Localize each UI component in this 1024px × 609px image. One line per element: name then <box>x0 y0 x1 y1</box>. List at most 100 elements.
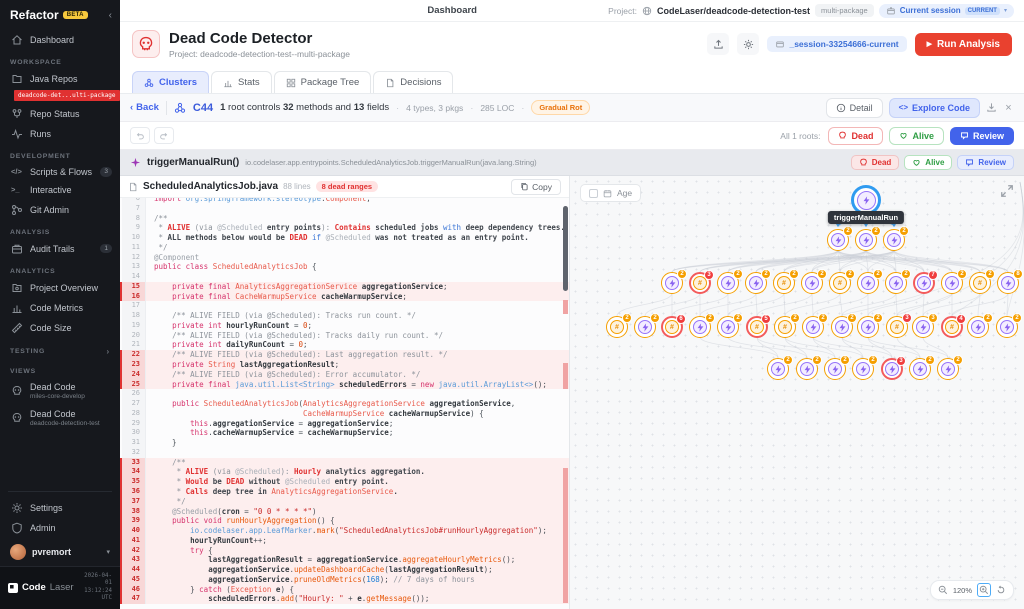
graph-panel[interactable]: Age 2222#322#22#22272#28#22#622#5#2222#3… <box>570 176 1024 609</box>
undo-button[interactable] <box>130 127 150 144</box>
sidebar-item-git-admin[interactable]: Git Admin <box>0 200 120 220</box>
code-line: 31 } <box>120 438 569 448</box>
graph-node[interactable]: 3 <box>912 316 934 338</box>
sidebar-item-repo-status[interactable]: Repo Status <box>0 104 120 124</box>
chevron-right-icon[interactable]: › <box>107 347 110 356</box>
settings-button[interactable] <box>737 33 759 55</box>
sidebar-item-settings[interactable]: Settings <box>0 498 120 518</box>
graph-node[interactable]: 2 <box>909 358 931 380</box>
zoom-in-icon <box>979 585 989 595</box>
mark-alive-button[interactable]: Alive <box>904 155 952 170</box>
sidebar-item-code-metrics[interactable]: Code Metrics <box>0 298 120 318</box>
graph-node[interactable]: 2 <box>824 358 846 380</box>
code-scroll-area[interactable]: 6import org.springframework.stereotype.C… <box>120 198 569 609</box>
graph-node[interactable]: 2 <box>796 358 818 380</box>
graph-node[interactable]: 2 <box>827 229 849 251</box>
repo-icon <box>11 73 23 85</box>
graph-node[interactable]: #4 <box>941 316 963 338</box>
copy-button[interactable]: Copy <box>511 179 561 195</box>
graph-node[interactable]: 2 <box>767 358 789 380</box>
sidebar-item-label: Git Admin <box>30 205 69 215</box>
run-analysis-button[interactable]: ▶ Run Analysis <box>915 33 1012 56</box>
graph-node[interactable]: 2 <box>802 316 824 338</box>
graph-node[interactable]: 8 <box>997 272 1019 294</box>
project-name[interactable]: CodeLaser/deadcode-detection-test <box>657 6 810 16</box>
back-button[interactable]: ‹Back <box>130 102 159 113</box>
count-badge: 1 <box>100 244 112 253</box>
graph-node[interactable]: 2 <box>661 272 683 294</box>
graph-node[interactable]: #2 <box>829 272 851 294</box>
graph-node[interactable]: 2 <box>967 316 989 338</box>
mark-dead-button[interactable]: Dead <box>828 127 883 145</box>
zoom-out-icon[interactable] <box>938 585 948 595</box>
sidebar-user[interactable]: pvremort ▾ <box>0 538 120 566</box>
graph-node[interactable]: #5 <box>746 316 768 338</box>
redo-button[interactable] <box>154 127 174 144</box>
graph-node[interactable]: 2 <box>717 272 739 294</box>
graph-node[interactable]: 2 <box>801 272 823 294</box>
sidebar-item-dead-code-miles-core-develop[interactable]: Dead Codemiles-core-develop <box>0 378 120 405</box>
graph-node[interactable]: #3 <box>689 272 711 294</box>
tab-decisions[interactable]: Decisions <box>373 71 453 93</box>
mark-dead-button[interactable]: Dead <box>851 155 900 170</box>
cluster-icon <box>174 102 186 114</box>
code-angle-icon: <> <box>899 103 908 112</box>
sidebar-item-scripts-flows[interactable]: </>Scripts & Flows3 <box>0 163 120 181</box>
graph-node[interactable]: #6 <box>661 316 683 338</box>
session-chip[interactable]: _session-33254666-current <box>767 36 906 52</box>
reset-view-icon[interactable] <box>996 585 1006 595</box>
graph-node[interactable]: 2 <box>855 229 877 251</box>
graph-node[interactable]: 2 <box>996 316 1018 338</box>
tab-stats[interactable]: Stats <box>211 71 272 93</box>
graph-node[interactable]: 2 <box>885 272 907 294</box>
code-line: 34 * ALIVE (via @Scheduled): Hourly anal… <box>120 467 569 477</box>
review-button[interactable]: Review <box>950 127 1014 145</box>
age-toggle[interactable]: Age <box>580 184 641 202</box>
zoom-in-button[interactable] <box>977 583 991 597</box>
detail-button[interactable]: Detail <box>826 98 883 118</box>
graph-node[interactable]: 2 <box>852 358 874 380</box>
export-button[interactable] <box>707 33 729 55</box>
graph-node[interactable]: #2 <box>774 316 796 338</box>
graph-node[interactable]: 2 <box>689 316 711 338</box>
sidebar-item-java-repos[interactable]: Java Repos <box>0 69 120 89</box>
age-checkbox[interactable] <box>589 189 598 198</box>
sidebar-item-project-overview[interactable]: Project Overview <box>0 278 120 298</box>
graph-node[interactable]: 2 <box>857 316 879 338</box>
graph-node[interactable]: 2 <box>883 229 905 251</box>
scrollbar-thumb[interactable] <box>563 206 568 291</box>
fullscreen-icon[interactable] <box>1000 184 1014 198</box>
graph-node[interactable]: 2 <box>937 358 959 380</box>
graph-node[interactable]: 2 <box>941 272 963 294</box>
sidebar-active-repo-badge[interactable]: deadcode-det...ulti-package <box>14 90 120 101</box>
globe-icon <box>642 6 652 16</box>
graph-node[interactable]: 2 <box>745 272 767 294</box>
sidebar-item-runs[interactable]: Runs <box>0 124 120 144</box>
review-button[interactable]: Review <box>957 155 1014 170</box>
graph-node[interactable]: 3 <box>881 358 903 380</box>
explore-code-button[interactable]: <>Explore Code <box>889 98 980 118</box>
mark-alive-button[interactable]: Alive <box>889 127 944 145</box>
graph-node[interactable]: 2 <box>634 316 656 338</box>
graph-node[interactable]: #2 <box>969 272 991 294</box>
graph-node[interactable]: #2 <box>773 272 795 294</box>
tab-clusters[interactable]: Clusters <box>132 71 209 93</box>
graph-node[interactable]: 2 <box>717 316 739 338</box>
graph-node[interactable]: 2 <box>857 272 879 294</box>
graph-node[interactable]: 7 <box>913 272 935 294</box>
tab-package-tree[interactable]: Package Tree <box>274 71 372 93</box>
graph-node[interactable]: #3 <box>886 316 908 338</box>
sidebar-item-dead-code-deadcode-detection-test[interactable]: Dead Codedeadcode-detection-test <box>0 405 120 432</box>
close-icon[interactable]: × <box>1003 102 1014 113</box>
session-selector[interactable]: Current session CURRENT ▾ <box>879 4 1014 18</box>
sidebar-item-dashboard[interactable]: Dashboard <box>0 30 120 50</box>
sidebar-item-interactive[interactable]: >_Interactive <box>0 181 120 199</box>
sidebar-collapse-icon[interactable]: ‹ <box>109 10 112 21</box>
line-number: 20 <box>122 331 146 341</box>
sidebar-item-audit-trails[interactable]: Audit Trails1 <box>0 239 120 259</box>
download-icon[interactable] <box>986 102 997 113</box>
sidebar-item-code-size[interactable]: Code Size <box>0 318 120 338</box>
sidebar-item-admin[interactable]: Admin <box>0 518 120 538</box>
graph-node[interactable]: 2 <box>831 316 853 338</box>
graph-node[interactable]: #2 <box>606 316 628 338</box>
